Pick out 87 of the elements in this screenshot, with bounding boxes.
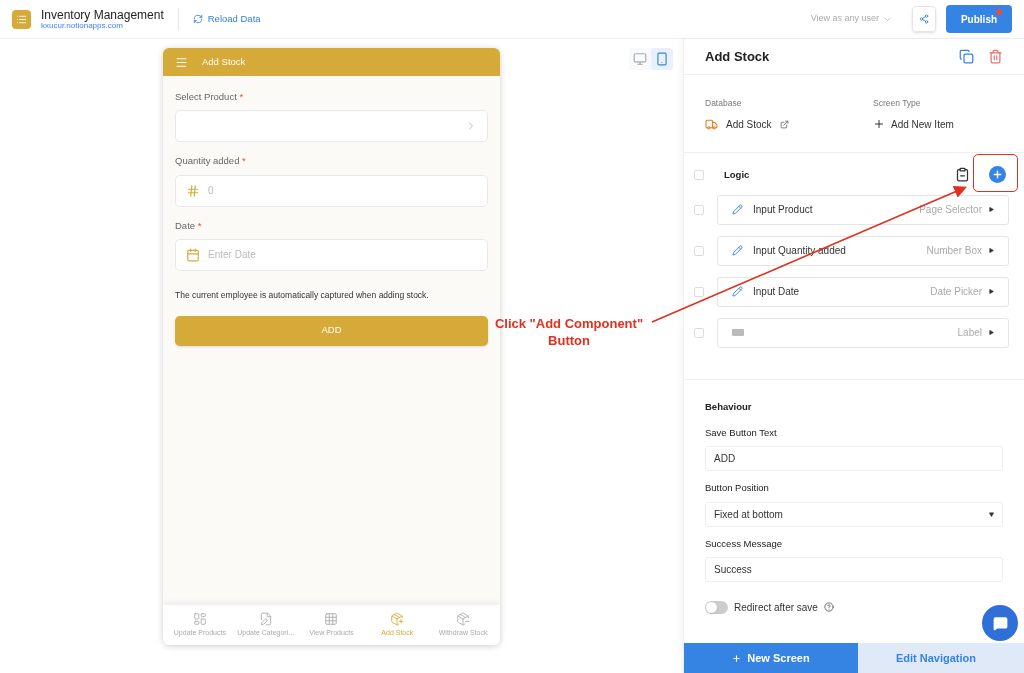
select-field[interactable] — [175, 110, 488, 143]
section-title: Behaviour — [705, 399, 753, 414]
component-name: Input Date — [753, 285, 800, 300]
input-field[interactable]: ADD — [705, 446, 1003, 472]
component-type: Page Selector — [919, 203, 982, 218]
pencil-icon — [732, 245, 743, 257]
component-name: Input Product — [753, 203, 813, 218]
share-icon — [919, 14, 929, 24]
truck-icon — [705, 117, 718, 131]
component-row[interactable]: Input Product Page Selector — [717, 194, 1009, 225]
screen-type: Add New Item — [891, 117, 954, 132]
reload-data-button[interactable]: Reload Data — [192, 11, 261, 27]
caret-icon — [989, 289, 994, 295]
caret-icon — [989, 248, 994, 254]
field-placeholder: 0 — [208, 184, 214, 198]
component-type: Date Picker — [930, 285, 982, 300]
annotation-text: Click "Add Component" Button — [493, 315, 645, 349]
field-label: Database — [705, 97, 743, 110]
monitor-icon — [633, 52, 647, 66]
phone-icon — [655, 52, 669, 66]
component-row[interactable]: Label — [717, 317, 1009, 348]
panel-title: Add Stock — [705, 47, 770, 66]
plus-icon — [992, 169, 1003, 181]
clipboard-icon[interactable] — [955, 167, 970, 183]
chat-icon — [992, 615, 1008, 631]
component-name: Input Quantity added — [753, 244, 846, 259]
field-label: Save Button Text — [705, 426, 778, 440]
pencil-icon — [732, 286, 743, 298]
edit-navigation-button[interactable]: Edit Navigation — [858, 643, 1024, 673]
caret-icon — [989, 330, 994, 336]
share-button[interactable] — [912, 6, 936, 32]
toggle-label: Redirect after save — [734, 600, 818, 615]
grid-icon — [192, 611, 207, 626]
component-type: Number Box — [926, 244, 982, 259]
trash-icon[interactable] — [988, 49, 1003, 64]
refresh-icon — [192, 14, 203, 24]
field-label: Date * — [175, 218, 203, 233]
info-text: The current employee is automatically captured when adding stock. — [175, 288, 430, 302]
plus-icon — [732, 653, 742, 663]
add-component-button[interactable] — [989, 166, 1006, 184]
add-button[interactable]: ADD — [175, 315, 488, 346]
pencil-icon — [732, 204, 743, 216]
checkbox[interactable] — [694, 327, 704, 338]
annotation-highlight — [973, 154, 1018, 192]
app-url[interactable]: kxucur.notionapps.com — [41, 21, 164, 30]
field-label: Quantity added * — [175, 154, 247, 169]
external-link-icon[interactable] — [779, 119, 789, 129]
field-label: Success Message — [705, 536, 784, 551]
help-icon[interactable] — [823, 602, 834, 613]
input-field[interactable]: Success — [705, 556, 1003, 582]
input-field[interactable]: 0 — [175, 174, 488, 207]
plus-icon — [873, 118, 885, 131]
publish-button[interactable]: Publish — [946, 5, 1012, 33]
toggle-switch[interactable] — [705, 600, 728, 614]
database-name: Add Stock — [726, 117, 772, 132]
component-type: Label — [957, 326, 982, 341]
chat-button[interactable] — [982, 605, 1018, 641]
menu-icon[interactable] — [175, 55, 188, 69]
field-label: Screen Type — [873, 97, 922, 110]
file-pen-icon — [258, 611, 273, 626]
hash-icon — [186, 183, 200, 198]
checkbox[interactable] — [694, 169, 704, 180]
mobile-view-button[interactable] — [651, 48, 673, 70]
screen-title: Add Stock — [202, 54, 246, 69]
duplicate-icon[interactable] — [959, 49, 974, 64]
caret-icon — [989, 207, 994, 213]
field-label: Select Product * — [175, 90, 245, 104]
field-label: Button Position — [705, 481, 770, 496]
view-as-dropdown[interactable]: View as any user — [810, 12, 892, 26]
input-field[interactable]: Enter Date — [175, 238, 488, 271]
checkbox[interactable] — [694, 286, 704, 297]
field-placeholder: Enter Date — [208, 248, 256, 263]
box-plus-icon — [390, 611, 405, 626]
app-name: Inventory Management — [41, 8, 164, 21]
text-label-icon — [732, 329, 744, 337]
caret-icon — [989, 511, 994, 517]
section-title: Logic — [724, 167, 750, 182]
component-row[interactable]: Input Date Date Picker — [717, 276, 1009, 307]
new-screen-button[interactable]: New Screen — [684, 643, 858, 673]
table-icon — [324, 611, 339, 626]
checkbox[interactable] — [694, 245, 704, 256]
select-field[interactable]: Fixed at bottom — [705, 501, 1003, 527]
calendar-icon — [186, 247, 200, 262]
checkbox[interactable] — [694, 204, 704, 215]
component-row[interactable]: Input Quantity added Number Box — [717, 235, 1009, 266]
box-minus-icon — [456, 611, 471, 626]
list-icon — [16, 13, 27, 25]
